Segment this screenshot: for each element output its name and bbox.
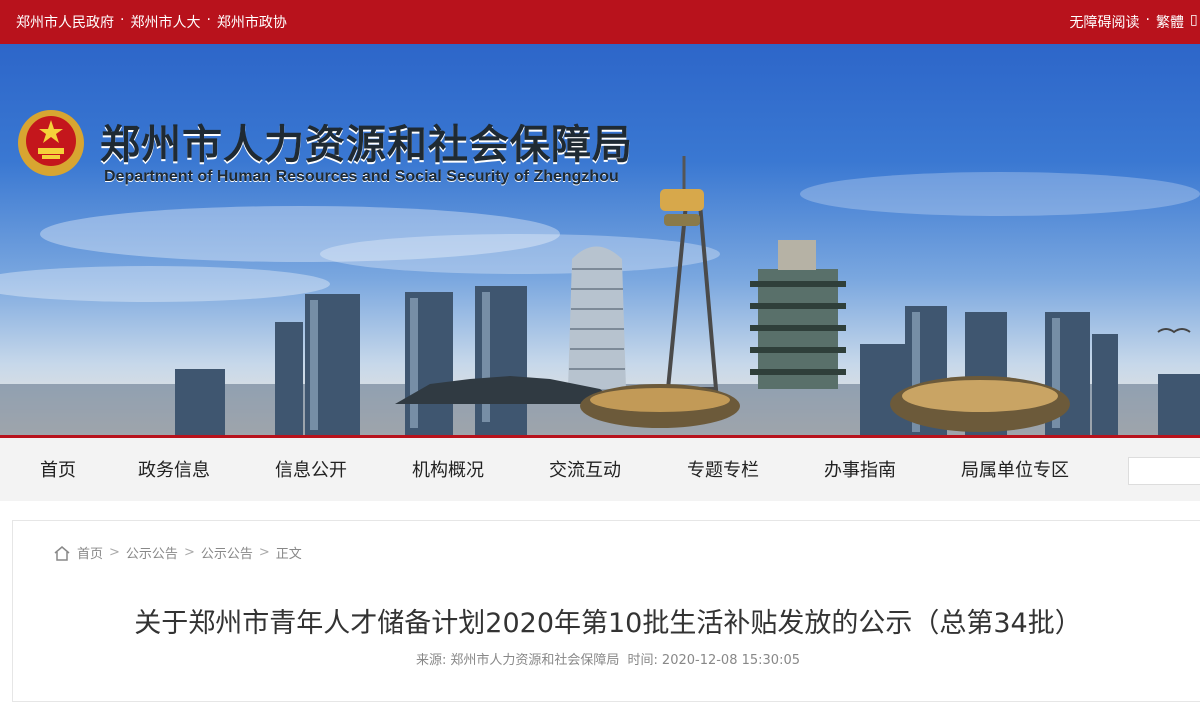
nav-item-info-disclosure[interactable]: 信息公开: [275, 456, 347, 482]
nav-item-service-guide[interactable]: 办事指南: [824, 456, 896, 482]
separator: ·: [1145, 12, 1150, 28]
separator: ·: [120, 12, 125, 28]
breadcrumb-separator: >: [258, 545, 270, 560]
breadcrumb-notices-sub[interactable]: 公示公告: [201, 543, 253, 562]
article-meta: 来源: 郑州市人力资源和社会保障局 时间: 2020-12-08 15:30:05: [13, 649, 1200, 668]
national-emblem-icon: [18, 110, 84, 176]
article-card: 首页 > 公示公告 > 公示公告 > 正文 关于郑州市青年人才储备计划2020年…: [12, 520, 1200, 702]
nav-item-government-info[interactable]: 政务信息: [138, 456, 210, 482]
site-subtitle: Department of Human Resources and Social…: [104, 168, 619, 185]
link-zhengzhou-cppcc[interactable]: 郑州市政协: [217, 12, 287, 32]
search-input[interactable]: [1128, 457, 1200, 485]
separator: ·: [206, 12, 211, 28]
breadcrumb-separator: >: [109, 545, 120, 560]
link-zhengzhou-congress[interactable]: 郑州市人大: [130, 12, 200, 32]
breadcrumb-current: 正文: [275, 547, 302, 562]
breadcrumb-separator: >: [183, 545, 195, 560]
time-label: 时间:: [627, 653, 658, 668]
nav-item-home[interactable]: 首页: [40, 456, 76, 482]
traditional-chinese-link[interactable]: 繁體: [1156, 12, 1184, 32]
more-link-icon[interactable]: ▯: [1190, 12, 1200, 32]
main-nav: 首页 政务信息 信息公开 机构概况 交流互动 专题专栏 办事指南 局属单位专区: [0, 435, 1200, 501]
article-title: 关于郑州市青年人才储备计划2020年第10批生活补贴发放的公示（总第34批）: [134, 608, 1082, 639]
link-zhengzhou-government[interactable]: 郑州市人民政府: [16, 12, 114, 32]
breadcrumb: 首页 > 公示公告 > 公示公告 > 正文: [53, 543, 302, 562]
time-value: 2020-12-08 15:30:05: [661, 653, 800, 668]
source-label: 来源:: [415, 653, 447, 668]
top-right-links: 无障碍阅读 · 繁體 ▯: [1070, 12, 1200, 32]
city-skyline-image: [0, 156, 1200, 435]
accessibility-link[interactable]: 无障碍阅读: [1070, 12, 1140, 32]
site-title: 郑州市人力资源和社会保障局: [100, 121, 633, 168]
breadcrumb-home[interactable]: 首页: [77, 543, 103, 562]
header-banner: 郑州市人力资源和社会保障局 Department of Human Resour…: [0, 44, 1200, 435]
top-links: 郑州市人民政府 · 郑州市人大 · 郑州市政协: [16, 12, 287, 32]
nav-item-interaction[interactable]: 交流互动: [549, 456, 621, 482]
breadcrumb-notices[interactable]: 公示公告: [126, 543, 178, 562]
top-bar: 郑州市人民政府 · 郑州市人大 · 郑州市政协 无障碍阅读 · 繁體 ▯: [0, 0, 1200, 44]
nav-item-organization[interactable]: 机构概况: [412, 456, 484, 482]
nav-item-affiliated-units[interactable]: 局属单位专区: [961, 456, 1069, 482]
home-icon[interactable]: [53, 545, 71, 561]
source-value: 郑州市人力资源和社会保障局: [450, 653, 620, 668]
nav-item-special-topics[interactable]: 专题专栏: [687, 456, 759, 482]
